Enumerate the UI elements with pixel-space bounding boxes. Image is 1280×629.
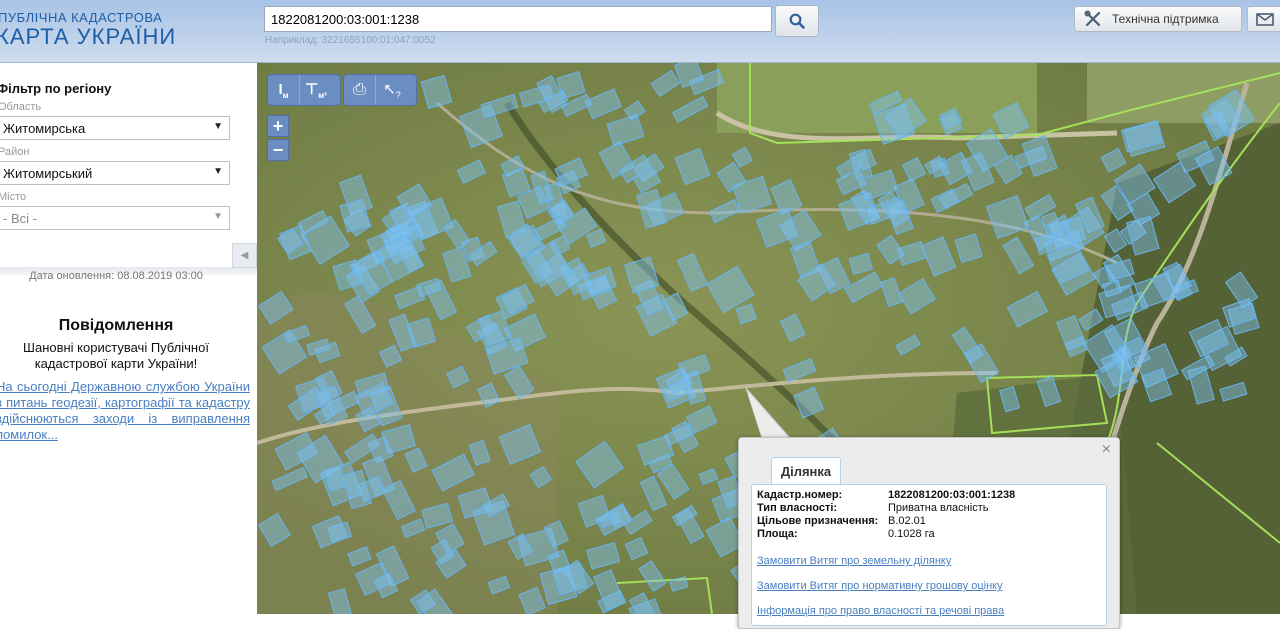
order-valuation-extract-link[interactable]: Замовити Витяг про нормативну грошову оц… [757,580,1003,592]
rayon-label: Район [0,146,30,158]
parcel-info-popup: × Ділянка Кадастр.номер: 1822081200:03:0… [738,437,1120,629]
tools-toolbar: ⎙ ↖? [343,74,417,106]
measure-area-button[interactable]: ⊤м² [300,75,332,105]
info-value: В.02.01 [888,515,926,527]
info-value: 1822081200:03:001:1238 [888,489,1016,501]
misto-select[interactable]: - Всі - ▼ [0,206,230,230]
info-key: Цільове призначення: [757,515,879,527]
print-button[interactable]: ⎙ [344,75,376,105]
filter-title: Фільтр по регіону [0,81,112,96]
tools-icon [1084,10,1101,27]
info-value: 0.1028 га [888,528,935,540]
parcel-info-panel: Кадастр.номер: 1822081200:03:001:1238 Ти… [751,484,1107,626]
zoom-in-button[interactable]: + [267,115,289,137]
measure-distance-button[interactable]: Iм [268,75,300,105]
app-header: ПУБЛІЧНА КАДАСТРОВА КАРТА УКРАЇНИ Наприк… [0,0,1280,63]
info-key: Площа: [757,528,798,540]
cadastral-search-input[interactable] [264,6,772,32]
popup-pointer [745,387,792,441]
area-ruler-icon: ⊤м² [305,81,327,100]
parcel-tab[interactable]: Ділянка [771,457,841,484]
misto-value: - Всі - [3,211,37,226]
pointer-question-icon: ↖? [383,81,401,100]
ownership-rights-link[interactable]: Інформація про право власності та речові… [757,605,1004,617]
message-link[interactable]: На сьогодні Державною службою України з … [0,379,250,443]
search-icon [789,13,805,29]
message-title: Повідомлення [58,317,174,334]
chevron-down-icon: ▼ [213,211,223,222]
region-filter-sidebar: Фільтр по регіону Область Житомирська ▼ … [0,63,258,614]
info-key: Тип власності: [757,502,838,514]
info-key: Кадастр.номер: [757,489,843,501]
oblast-select[interactable]: Житомирська ▼ [0,116,230,140]
feedback-mail-button[interactable] [1247,6,1280,32]
search-button[interactable] [775,5,819,37]
logo-line1: ПУБЛІЧНА КАДАСТРОВА [0,10,163,25]
ruler-icon: Iм [278,80,289,100]
rayon-value: Житомирський [3,166,93,181]
close-icon[interactable]: × [1102,441,1111,459]
chevron-down-icon: ▼ [213,121,223,132]
message-text: Шановні користувачі Публічної кадастрово… [23,340,209,371]
info-value: Приватна власність [888,502,989,514]
order-parcel-extract-link[interactable]: Замовити Витяг про земельну ділянку [757,555,951,567]
oblast-label: Область [0,101,42,113]
rayon-select[interactable]: Житомирський ▼ [0,161,230,185]
tech-support-button[interactable]: Технічна підтримка [1074,6,1242,32]
search-hint: Наприклад: 3221655100:01:047:0052 [265,35,436,46]
logo-line2: КАРТА УКРАЇНИ [0,24,177,49]
chevron-down-icon: ▼ [213,166,223,177]
measure-toolbar: Iм ⊤м² [267,74,341,106]
identify-button[interactable]: ↖? [376,75,408,105]
update-date: Дата оновлення: 08.08.2019 03:00 [29,270,203,282]
zoom-out-button[interactable]: − [267,139,289,161]
print-icon: ⎙ [353,81,366,98]
collapse-sidebar-button[interactable]: ◀ [232,243,257,268]
chevron-left-icon: ◀ [240,250,249,261]
misto-label: Місто [0,191,27,203]
tech-support-label: Технічна підтримка [1112,12,1219,26]
oblast-value: Житомирська [3,121,86,136]
mail-icon [1256,12,1274,26]
